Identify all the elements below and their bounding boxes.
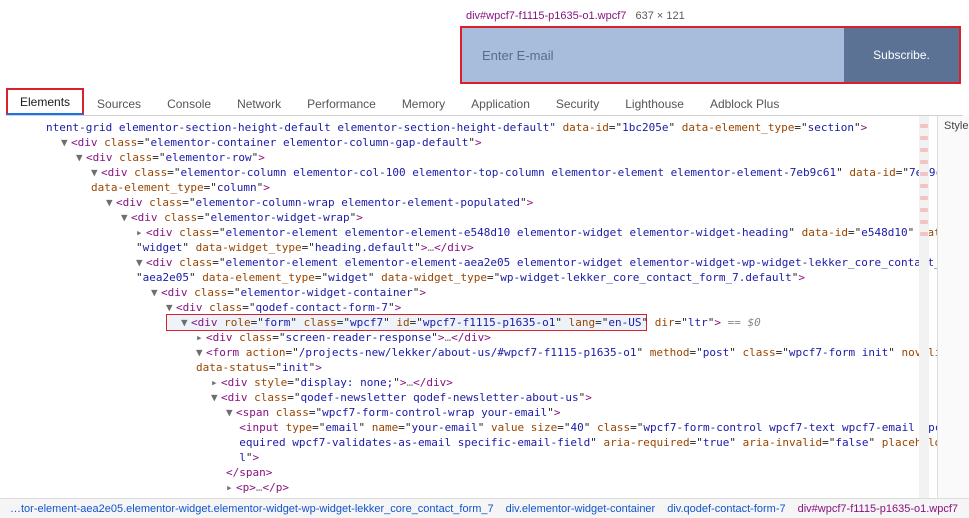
dom-node[interactable]: ntent-grid elementor-section-height-defa… (6, 120, 937, 135)
crumb-item[interactable]: div.elementor-widget-container (506, 503, 656, 515)
tab-lighthouse[interactable]: Lighthouse (612, 91, 697, 115)
dom-node-cont: data-status="init"> (6, 360, 937, 375)
crumb-item[interactable]: …tor-element-aea2e05.elementor-widget.el… (10, 503, 494, 515)
dom-node-selected[interactable]: ▼<div role="form" class="wpcf7" id="wpcf… (6, 315, 937, 330)
tab-application[interactable]: Application (458, 91, 543, 115)
crumb-item-active[interactable]: div#wpcf7-f1115-p1635-o1.wpcf7 (798, 503, 958, 515)
dom-node[interactable]: ▼<div class="elementor-row"> (6, 150, 937, 165)
dom-tree[interactable]: ntent-grid elementor-section-height-defa… (0, 116, 937, 498)
tab-adblock-plus[interactable]: Adblock Plus (697, 91, 792, 115)
dom-node[interactable]: ▼<div class="qodef-newsletter qodef-news… (6, 390, 937, 405)
dom-node[interactable]: ▼<div class="elementor-widget-container"… (6, 285, 937, 300)
dom-node-cont: equired wpcf7-validates-as-email specifi… (6, 435, 937, 450)
dom-node[interactable]: ▼<div class="elementor-container element… (6, 135, 937, 150)
highlighted-element-preview: Enter E-mail Subscribe. (460, 26, 961, 84)
element-tooltip: div#wpcf7-f1115-p1635-o1.wpcf7 637 × 121 (460, 8, 691, 24)
dom-node[interactable]: </span> (6, 465, 937, 480)
dom-node[interactable]: ▸<div class="screen-reader-response">…</… (6, 330, 937, 345)
styles-heading: Style (944, 120, 963, 132)
tab-security[interactable]: Security (543, 91, 612, 115)
tab-sources[interactable]: Sources (84, 91, 154, 115)
dom-node-cont: l"> (6, 450, 937, 465)
dom-node[interactable]: ▼<form action="/projects-new/lekker/abou… (6, 345, 937, 360)
dom-node-cont: data-element_type="column"> (6, 180, 937, 195)
dom-node[interactable]: ▼<div class="elementor-column elementor-… (6, 165, 937, 180)
dom-node[interactable]: ▸<div style="display: none;">…</div> (6, 375, 937, 390)
dom-node[interactable]: ▼<div class="elementor-element elementor… (6, 255, 937, 270)
tab-network[interactable]: Network (224, 91, 294, 115)
subscribe-button-preview[interactable]: Subscribe. (844, 28, 959, 82)
tab-performance[interactable]: Performance (294, 91, 389, 115)
tab-elements[interactable]: Elements (6, 88, 84, 115)
dom-node[interactable]: ▼<div class="elementor-column-wrap eleme… (6, 195, 937, 210)
dom-node[interactable]: ▸<div class="elementor-element elementor… (6, 225, 937, 240)
scrollbar[interactable] (919, 116, 929, 498)
tab-console[interactable]: Console (154, 91, 224, 115)
devtools-tabs: Elements Sources Console Network Perform… (6, 90, 963, 116)
dom-node-cont: "aea2e05" data-element_type="widget" dat… (6, 270, 937, 285)
breadcrumb[interactable]: …tor-element-aea2e05.elementor-widget.el… (0, 498, 969, 518)
dom-node[interactable]: ▼<div class="qodef-contact-form-7"> (6, 300, 937, 315)
styles-panel[interactable]: Style (937, 116, 969, 498)
tab-memory[interactable]: Memory (389, 91, 458, 115)
dom-node[interactable]: <input type="email" name="your-email" va… (6, 420, 937, 435)
dom-node[interactable]: ▼<span class="wpcf7-form-control-wrap yo… (6, 405, 937, 420)
crumb-item[interactable]: div.qodef-contact-form-7 (667, 503, 785, 515)
dom-node[interactable]: ▼<div class="elementor-widget-wrap"> (6, 210, 937, 225)
dom-node-cont: "widget" data-widget_type="heading.defau… (6, 240, 937, 255)
dom-node[interactable]: ▸<p>…</p> (6, 480, 937, 495)
email-field-preview[interactable]: Enter E-mail (462, 28, 844, 82)
